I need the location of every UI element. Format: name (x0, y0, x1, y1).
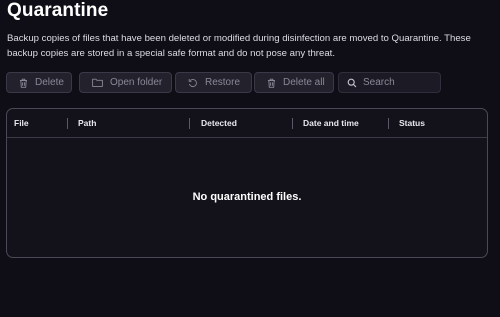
search-input[interactable] (363, 77, 435, 88)
folder-icon (92, 78, 103, 87)
page-title: Quarantine (7, 0, 109, 21)
table-header: File Path Detected Date and time Status (7, 109, 487, 138)
open-folder-button[interactable]: Open folder (79, 72, 172, 93)
empty-state-message: No quarantined files. (192, 191, 302, 203)
quarantine-table: File Path Detected Date and time Status … (6, 108, 488, 258)
trash-icon (20, 78, 27, 88)
column-header-file[interactable]: File (14, 109, 29, 137)
column-divider[interactable] (388, 118, 389, 129)
column-header-path[interactable]: Path (78, 109, 96, 137)
delete-all-button[interactable]: Delete all (254, 72, 334, 93)
restore-button-label: Restore (205, 77, 241, 88)
restore-icon (188, 78, 197, 87)
delete-button-label: Delete (35, 77, 64, 88)
delete-button[interactable]: Delete (6, 72, 72, 93)
page-description: Backup copies of files that have been de… (7, 33, 471, 59)
restore-button[interactable]: Restore (175, 72, 252, 93)
open-folder-button-label: Open folder (110, 77, 163, 88)
trash-icon (268, 78, 275, 88)
column-header-date-time[interactable]: Date and time (303, 109, 359, 137)
column-divider[interactable] (292, 118, 293, 129)
search-icon (347, 78, 357, 87)
column-header-detected[interactable]: Detected (201, 109, 237, 137)
delete-all-button-label: Delete all (283, 77, 325, 88)
column-divider[interactable] (67, 118, 68, 129)
column-divider[interactable] (189, 118, 190, 129)
search-box[interactable] (338, 72, 441, 93)
column-header-status[interactable]: Status (399, 109, 425, 137)
